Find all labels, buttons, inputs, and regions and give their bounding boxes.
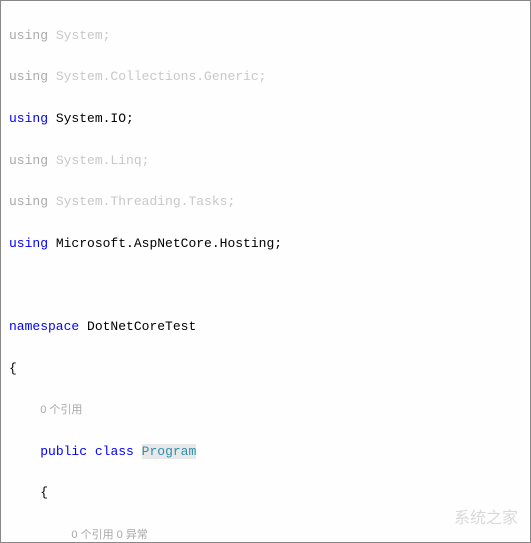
codelens-line: 0 个引用 [9, 400, 522, 421]
using-line: using System; [9, 26, 522, 47]
codelens-line: 0 个引用 0 异常 [9, 525, 522, 543]
ns-collections: System.Collections.Generic [56, 69, 259, 84]
space [48, 236, 56, 251]
space [48, 111, 56, 126]
space [48, 153, 56, 168]
ns-linq: System.Linq [56, 153, 142, 168]
namespace-kw: namespace [9, 319, 79, 334]
using-kw: using [9, 153, 48, 168]
semicolon: ; [259, 69, 267, 84]
semicolon: ; [103, 28, 111, 43]
using-kw: using [9, 111, 48, 126]
space [48, 69, 56, 84]
codelens-refs-exc[interactable]: 0 个引用 0 异常 [71, 529, 147, 541]
namespace-name: DotNetCoreTest [87, 319, 196, 334]
semicolon: ; [274, 236, 282, 251]
class-kw: class [95, 444, 134, 459]
semicolon: ; [142, 153, 150, 168]
using-line: using System.Collections.Generic; [9, 67, 522, 88]
ns-io: System.IO [56, 111, 126, 126]
lbrace: { [9, 361, 17, 376]
using-kw: using [9, 194, 48, 209]
namespace-line: namespace DotNetCoreTest [9, 317, 522, 338]
ns-threading: System.Threading.Tasks [56, 194, 228, 209]
space [48, 194, 56, 209]
using-line: using System.Linq; [9, 151, 522, 172]
ns-hosting: Microsoft.AspNetCore.Hosting [56, 236, 274, 251]
semicolon: ; [227, 194, 235, 209]
using-kw: using [9, 236, 48, 251]
using-line: using System.Threading.Tasks; [9, 192, 522, 213]
space [48, 28, 56, 43]
class-name: Program [142, 444, 197, 459]
code-editor: using System; using System.Collections.G… [0, 0, 531, 543]
ns-system: System [56, 28, 103, 43]
blank-line [9, 275, 522, 296]
public-kw: public [40, 444, 87, 459]
space [79, 319, 87, 334]
using-kw: using [9, 69, 48, 84]
codelens-refs[interactable]: 0 个引用 [40, 404, 82, 416]
brace-line: { [9, 483, 522, 504]
using-kw: using [9, 28, 48, 43]
lbrace: { [40, 485, 48, 500]
using-line: using Microsoft.AspNetCore.Hosting; [9, 234, 522, 255]
using-line: using System.IO; [9, 109, 522, 130]
semicolon: ; [126, 111, 134, 126]
brace-line: { [9, 359, 522, 380]
class-decl-line: public class Program [9, 442, 522, 463]
